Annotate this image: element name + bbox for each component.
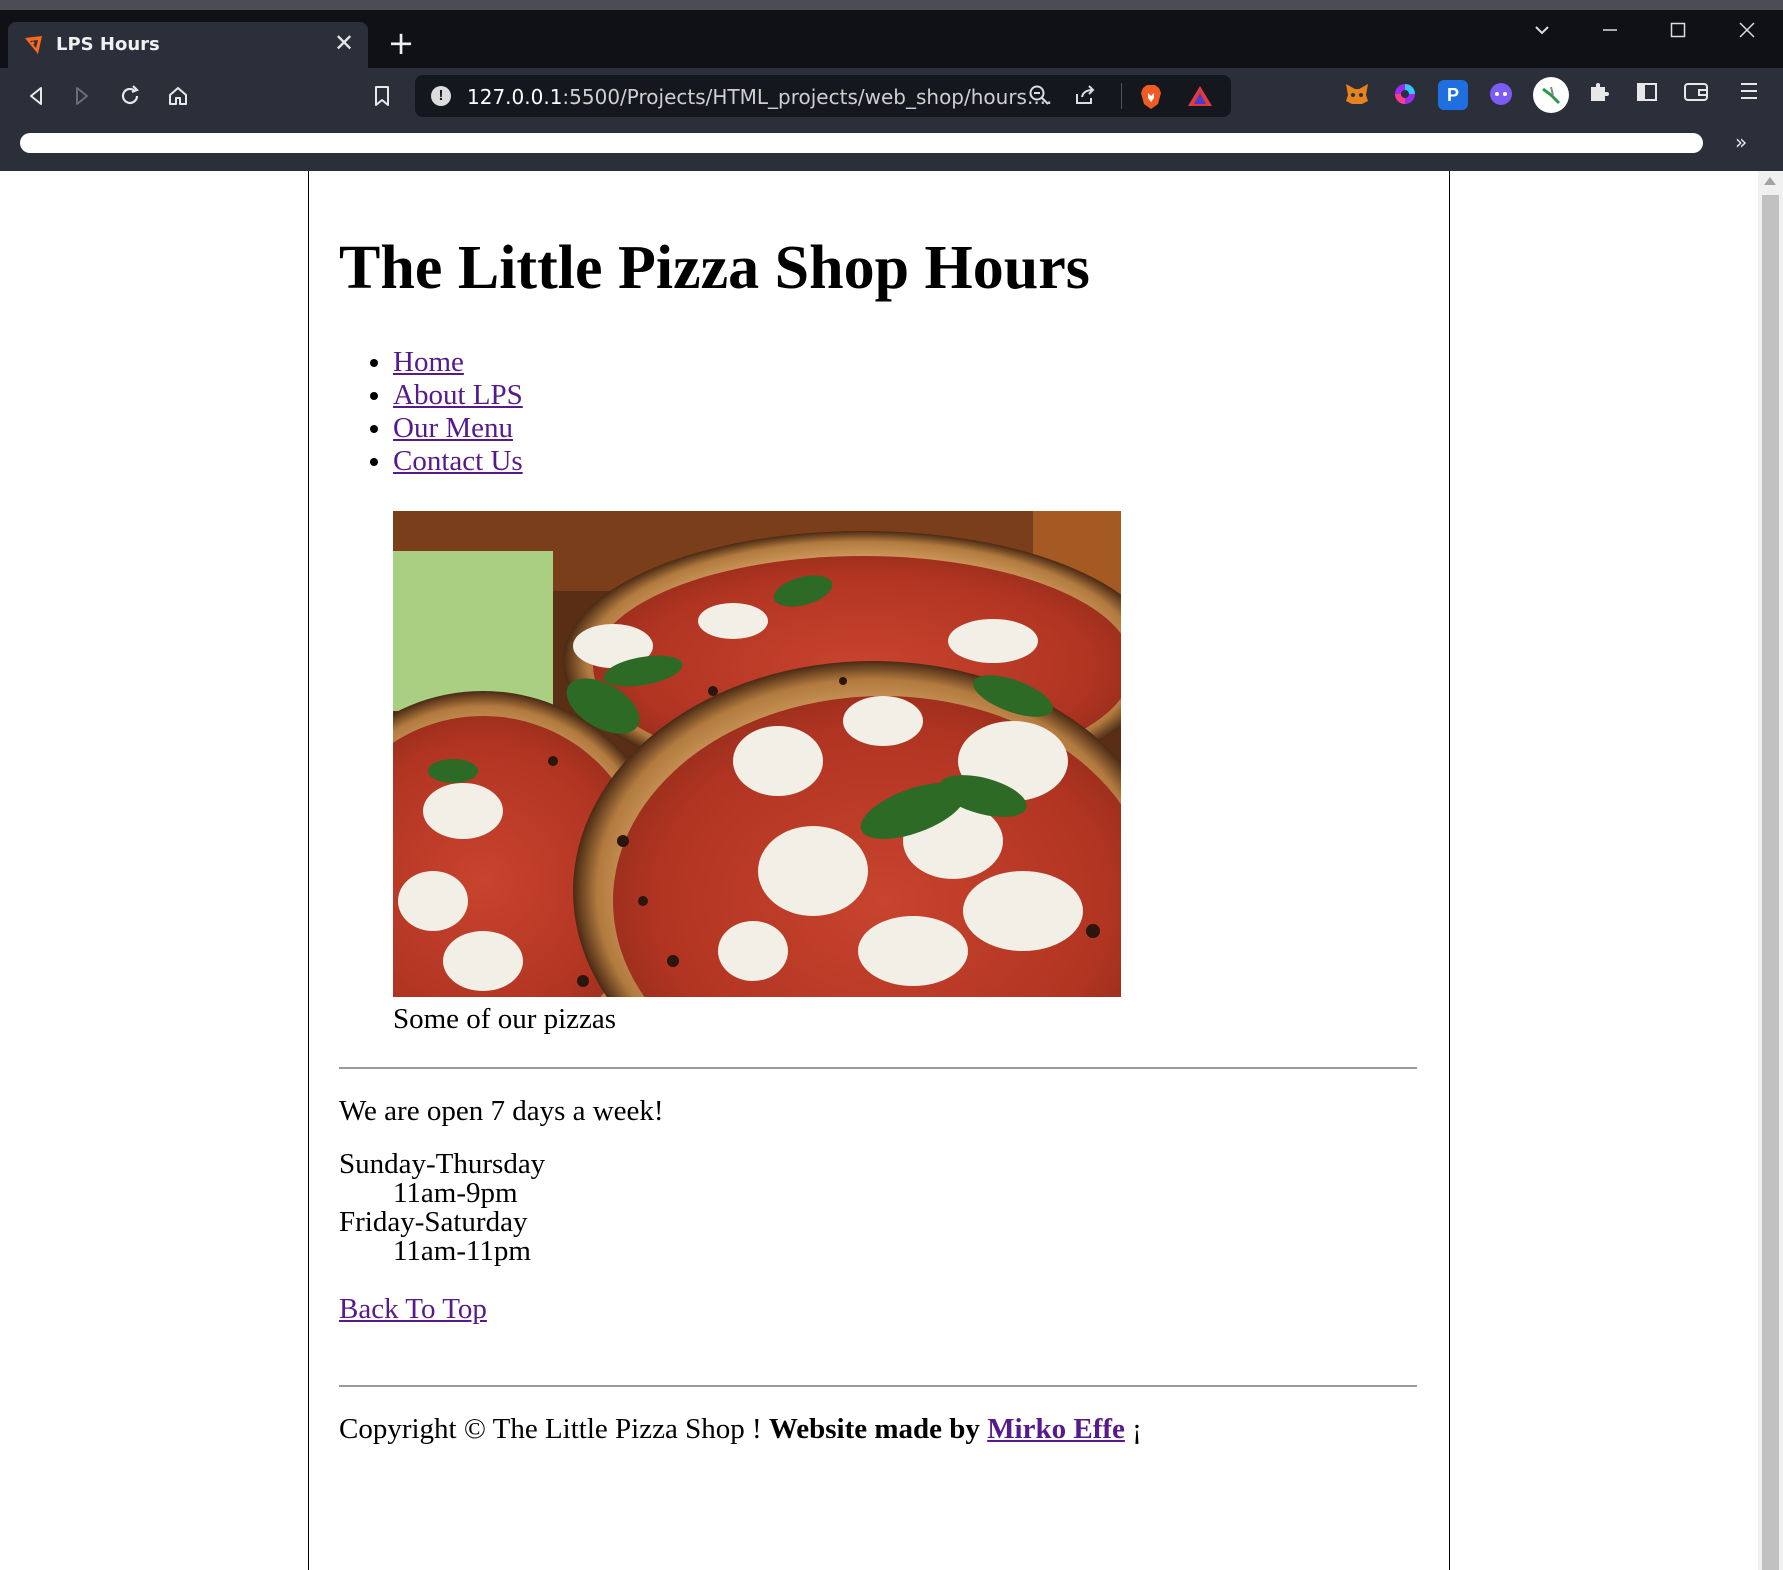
footer-made-by: Website made by — [768, 1413, 980, 1445]
profile-avatar[interactable] — [1533, 77, 1569, 113]
nav-link-home[interactable]: Home — [393, 346, 464, 378]
nav-link-menu[interactable]: Our Menu — [393, 412, 513, 444]
tab-search-icon[interactable] — [1522, 18, 1562, 48]
url-path: :5500/Projects/HTML_projects/web_shop/ho… — [562, 85, 1053, 109]
site-info-icon[interactable]: ! — [431, 86, 451, 106]
window-close-icon[interactable] — [1727, 18, 1767, 48]
back-to-top-row: Back To Top — [339, 1293, 487, 1326]
zoom-icon[interactable] — [1027, 84, 1051, 108]
nav-item-home: Home — [393, 346, 523, 379]
page-title: The Little Pizza Shop Hours — [339, 234, 1090, 302]
hours-days-1: Sunday-Thursday — [339, 1148, 546, 1180]
address-bar[interactable]: ! 127.0.0.1:5500/Projects/HTML_projects/… — [415, 75, 1231, 117]
pizza-figure: Some of our pizzas — [393, 511, 1121, 1036]
figure-caption: Some of our pizzas — [393, 1003, 617, 1035]
back-to-top-link[interactable]: Back To Top — [339, 1293, 487, 1325]
url-host: 127.0.0.1 — [467, 85, 563, 109]
hours-time-1: 11am-9pm — [393, 1177, 518, 1209]
forward-icon[interactable] — [64, 78, 100, 114]
back-icon[interactable] — [18, 78, 54, 114]
footer-suffix: ¡ — [1124, 1413, 1142, 1445]
divider-bottom — [339, 1385, 1417, 1387]
bookmarks-overflow-icon[interactable]: » — [1735, 130, 1747, 154]
tab-lps-hours[interactable]: LPS Hours ✕ — [8, 22, 368, 68]
urlbar-divider — [1121, 83, 1122, 109]
color-extension-icon[interactable] — [1390, 80, 1420, 110]
nav-link-contact[interactable]: Contact Us — [393, 445, 523, 477]
window-top-edge — [0, 0, 1783, 10]
reload-icon[interactable] — [112, 78, 148, 114]
divider-top — [339, 1067, 1417, 1069]
url-text[interactable]: 127.0.0.1:5500/Projects/HTML_projects/we… — [467, 85, 1052, 109]
main-nav: Home About LPS Our Menu Contact Us — [339, 346, 523, 478]
brave-rewards-icon[interactable] — [1187, 84, 1212, 108]
scrollbar-thumb[interactable] — [1762, 195, 1779, 1570]
nav-item-about: About LPS — [393, 379, 523, 412]
open-days-text: We are open 7 days a week! — [339, 1095, 664, 1127]
pizza-photo — [393, 511, 1121, 997]
scroll-up-icon[interactable] — [1764, 177, 1776, 185]
hours-days-2: Friday-Saturday — [339, 1206, 528, 1238]
tab-close-icon[interactable]: ✕ — [330, 30, 358, 58]
browser-chrome: LPS Hours ✕ + ! 127.0.0.1:5500/Projects/… — [0, 0, 1783, 171]
extensions-puzzle-icon[interactable] — [1584, 80, 1614, 110]
maximize-icon[interactable] — [1658, 18, 1698, 48]
page-container: The Little Pizza Shop Hours Home About L… — [308, 171, 1450, 1570]
p-extension-icon[interactable]: P — [1438, 80, 1468, 110]
hours-list: Sunday-Thursday 11am-9pm Friday-Saturday… — [339, 1150, 545, 1266]
menu-icon[interactable] — [1734, 80, 1764, 110]
share-icon[interactable] — [1073, 84, 1097, 108]
nav-item-menu: Our Menu — [393, 412, 523, 445]
scrollbar[interactable] — [1758, 171, 1783, 1570]
minimize-icon[interactable] — [1590, 18, 1630, 48]
footer-copyright: Copyright © The Little Pizza Shop ! — [339, 1413, 769, 1445]
favicon-icon — [25, 36, 42, 54]
bookmarks-bar — [20, 133, 1703, 153]
home-icon[interactable] — [160, 78, 196, 114]
page-viewport: The Little Pizza Shop Hours Home About L… — [0, 171, 1758, 1570]
nav-item-contact: Contact Us — [393, 445, 523, 478]
chat-extension-icon[interactable] — [1486, 80, 1516, 110]
tab-title: LPS Hours — [56, 34, 160, 55]
new-tab-button[interactable]: + — [386, 27, 416, 59]
bookmark-icon[interactable] — [364, 78, 400, 114]
sidebar-toggle-icon[interactable] — [1632, 80, 1662, 110]
hours-time-2: 11am-11pm — [393, 1235, 531, 1267]
footer-author-link[interactable]: Mirko Effe — [987, 1413, 1125, 1445]
metamask-extension-icon[interactable] — [1342, 80, 1372, 110]
footer: Copyright © The Little Pizza Shop ! Webs… — [339, 1413, 1142, 1446]
wallet-icon[interactable] — [1681, 80, 1711, 110]
nav-link-about[interactable]: About LPS — [393, 379, 523, 411]
brave-shields-icon[interactable] — [1139, 84, 1163, 109]
